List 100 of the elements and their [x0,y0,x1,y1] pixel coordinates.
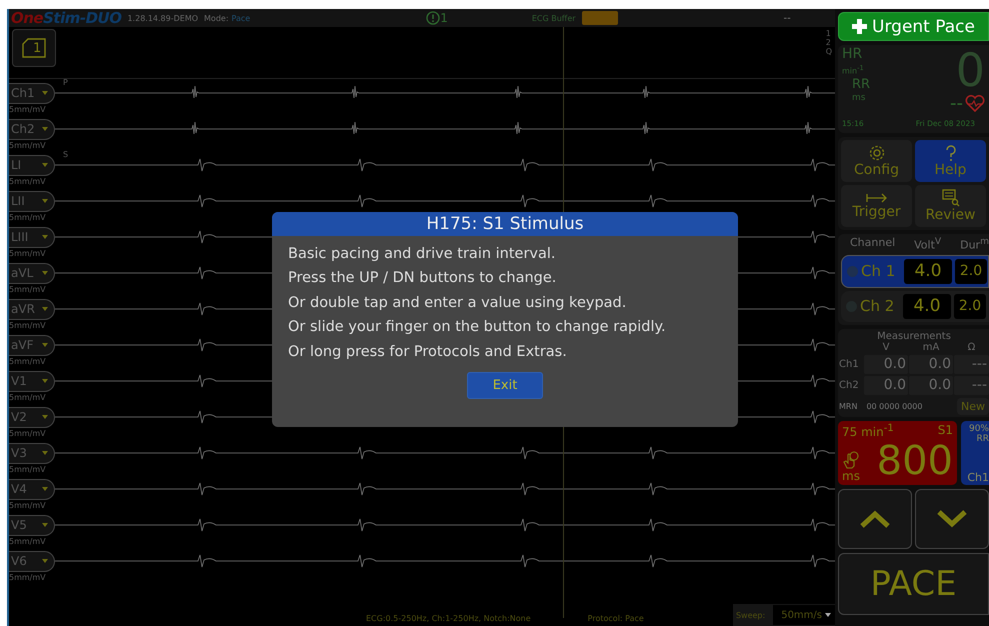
scale-text: 5mm/mV [9,356,46,368]
down-button[interactable] [915,488,989,549]
lead-selector[interactable]: Ch2 [9,118,55,140]
unit-text: ms [842,468,860,483]
plus-icon [852,19,868,34]
caret-icon [42,235,48,239]
buffer-indicator [582,11,618,25]
app-logo: OneStim-DUO [11,9,122,27]
caret-icon [42,127,48,131]
hand-tap-icon [842,450,860,469]
column-header: Dur$^{m}$ [960,236,989,252]
caret-icon [42,415,48,419]
monitor-search-icon [942,189,960,207]
caret-icon [42,307,48,311]
scale-label: 1 [826,29,832,38]
lead-selector[interactable]: V6 [9,550,55,572]
lead-selector[interactable]: aVL [9,262,55,284]
lead-selector[interactable]: V2 [9,406,55,428]
ratio-percent: 90% [968,424,989,434]
menu-button[interactable]: Trigger [841,185,912,227]
help-text: Or slide your finger on the button to change rapidly. [288,318,667,338]
pace-button[interactable]: PACE [838,552,989,615]
dialog-title: H175: S1 Stimulus [272,212,738,236]
hr-label: HR [842,47,864,62]
new-button[interactable]: New [957,398,989,415]
measurement-value: --- [954,354,989,374]
caret-icon [825,613,831,617]
help-text: Or long press for Protocols and Extras. [288,342,568,362]
scale-text: 5mm/mV [9,248,46,260]
lead-selector[interactable]: Ch1 [9,82,55,104]
chevron-up-icon [860,510,890,528]
column-header: mA [922,342,940,353]
arrow-to-right-icon [866,192,888,204]
up-button[interactable] [838,488,912,549]
caret-icon [42,343,48,347]
caret-icon [42,451,48,455]
caret-icon [42,199,48,203]
status-text: -- [784,12,791,24]
scale-text: 5mm/mV [9,536,46,548]
measurements-title: Measurements [876,330,952,342]
sweep-dropdown[interactable]: 50mm/s [773,605,835,625]
ratio-button[interactable]: 90% RR Ch1 [961,420,989,485]
measurement-value: 0.0 [864,354,908,374]
urgent-pace-button[interactable]: Urgent Pace [838,12,989,41]
chevron-down-icon [937,510,967,528]
filter-text: ECG:0.5-250Hz, Ch:1-250Hz, Notch:None [366,614,531,625]
mode-value: Pace [232,14,250,22]
help-text: Press the UP / DN buttons to change. [288,269,558,288]
rr-unit: ms [852,92,866,104]
channel-row[interactable]: Ch 1 4.0 2.0 [841,254,989,288]
mrn-label: MRN [839,402,858,411]
trace-marker: S [63,150,68,159]
caret-icon [42,379,48,383]
lead-selector[interactable]: V4 [9,478,55,500]
lead-selector[interactable]: LII [9,190,55,212]
lead-selector[interactable]: LI [9,154,55,176]
stimulus-button[interactable]: 75 min$^{-1}$ S1 ms 800 [838,420,957,485]
duration-value[interactable]: 2.0 [955,258,987,284]
hr-unit: min$^{-1}$ [842,63,865,78]
lead-selector[interactable]: aVR [9,298,55,320]
caret-icon [42,523,48,527]
row-label: Ch1 [839,358,860,370]
duration-value[interactable]: 2.0 [954,294,986,319]
column-header: Channel [850,236,896,251]
menu-button[interactable]: Help [915,140,986,182]
trace-marker: P [63,78,68,87]
measurement-value: --- [954,376,989,395]
interval-value: 800 [876,438,953,483]
gear-icon [868,144,886,162]
exit-button[interactable]: Exit [467,372,543,400]
lead-selector[interactable]: LIII [9,226,55,248]
scale-text: 5mm/mV [9,176,46,188]
scale-text: 5mm/mV [9,464,46,476]
lead-selector[interactable]: V3 [9,442,55,464]
menu-button[interactable]: Review [915,185,986,227]
scale-text: 5mm/mV [9,104,46,116]
row-label: Ch2 [839,380,860,391]
stimulus-name: S1 [938,422,953,439]
lead-selector[interactable]: V5 [9,514,55,536]
voltage-value[interactable]: 4.0 [903,294,951,319]
mode-label: Mode: [204,14,229,22]
caret-icon [42,163,48,167]
rate-text: 75 min$^{-1}$ [842,422,894,439]
protocol-text: Protocol: Pace [588,614,644,625]
measurement-value: 0.0 [909,376,953,395]
caret-icon [42,91,48,95]
heart-icon [965,95,985,112]
scale-text: 5mm/mV [9,428,46,440]
voltage-value[interactable]: 4.0 [904,258,952,284]
channel-row[interactable]: Ch 2 4.0 2.0 [841,290,989,322]
menu-button[interactable]: Config [841,140,912,182]
version-text: 1.28.14.89-DEMO [127,14,198,22]
lead-selector[interactable]: aVF [9,334,55,356]
column-header: V [882,342,890,353]
lead-selector[interactable]: V1 [9,370,55,392]
alert-icon [426,11,440,25]
page-button[interactable]: 1 [12,29,56,67]
help-text: Basic pacing and drive train interval. [288,245,557,264]
ratio-channel: Ch1 [967,472,989,483]
page-icon [22,38,46,58]
